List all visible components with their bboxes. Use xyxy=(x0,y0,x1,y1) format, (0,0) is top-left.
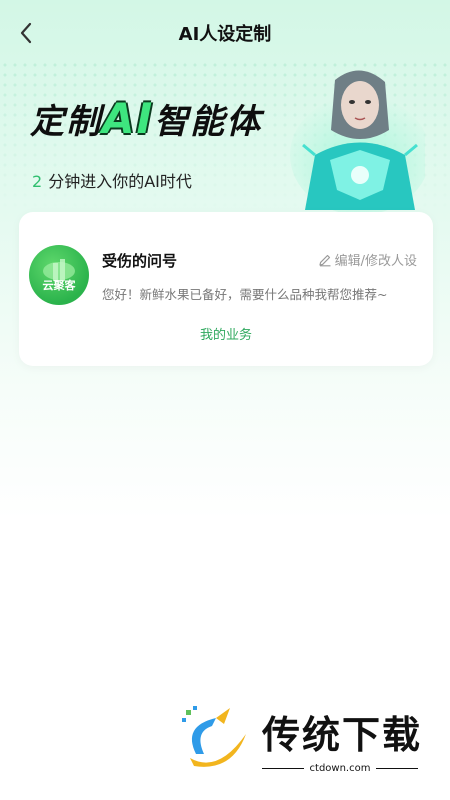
agent-avatar[interactable]: 云聚客 xyxy=(29,245,89,305)
hero-title-prefix: 定制 xyxy=(30,102,102,142)
agent-card: 云聚客 受伤的问号 编辑/修改人设 您好！新鲜水果已备好，需要什么品种我帮您推荐… xyxy=(19,212,433,366)
watermark-url: ctdown.com xyxy=(262,763,418,774)
agent-greeting: 您好！新鲜水果已备好，需要什么品种我帮您推荐~ xyxy=(102,287,388,302)
hero-title: 定制AI智能体 xyxy=(30,94,262,143)
page-title: AI人设定制 xyxy=(178,24,272,45)
watermark-title: 传统下载 xyxy=(262,713,423,757)
watermark-url-text: ctdown.com xyxy=(309,763,371,774)
site-watermark: 传统下载 ctdown.com xyxy=(180,704,420,778)
hero-subtitle: 2 分钟进入你的AI时代 xyxy=(32,168,192,192)
edit-persona-link[interactable]: 编辑/修改人设 xyxy=(318,250,417,269)
my-business-link[interactable]: 我的业务 xyxy=(19,324,433,343)
ai-robot-illustration xyxy=(290,70,425,215)
top-bar: AI人设定制 xyxy=(0,0,450,68)
avatar-label: 云聚客 xyxy=(42,279,76,292)
edit-persona-label: 编辑/修改人设 xyxy=(334,254,417,269)
pencil-icon xyxy=(319,254,331,266)
agent-name: 受伤的问号 xyxy=(102,252,178,270)
hero-subtitle-text: 分钟进入你的AI时代 xyxy=(48,172,192,191)
ctdown-logo-icon xyxy=(182,706,246,767)
hero-subtitle-number: 2 xyxy=(32,172,43,191)
cloud-buildings-icon xyxy=(43,259,75,281)
divider xyxy=(376,768,418,769)
hero-title-suffix: 智能体 xyxy=(154,102,263,142)
hero-title-ai: AI xyxy=(102,94,155,143)
divider xyxy=(262,768,304,769)
